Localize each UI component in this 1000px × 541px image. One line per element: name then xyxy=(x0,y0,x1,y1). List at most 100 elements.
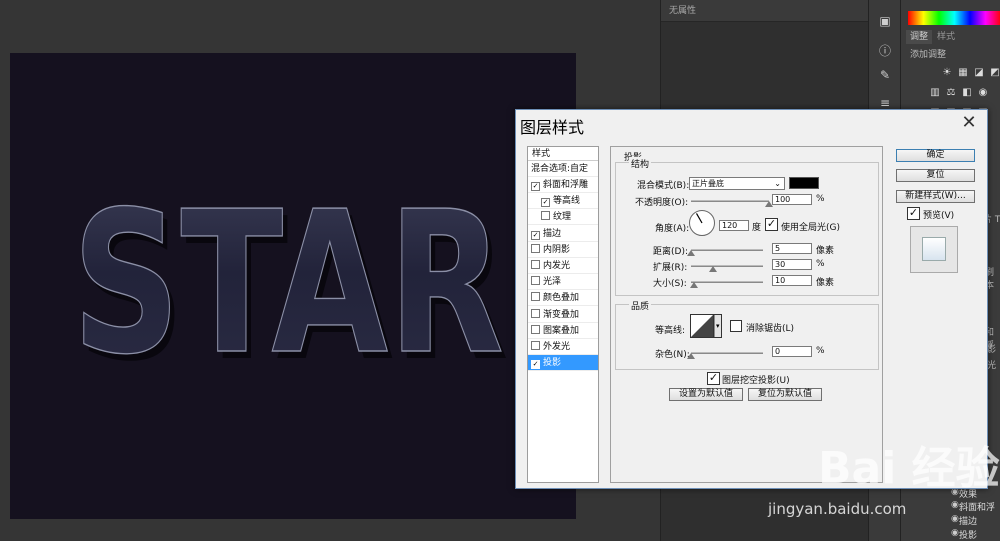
bw-icon[interactable]: ◧ xyxy=(961,87,973,98)
info-icon[interactable]: ⓘ xyxy=(876,42,894,60)
layer-stroke[interactable]: 描边 xyxy=(959,514,977,527)
style-item[interactable]: 颜色叠加 xyxy=(528,290,598,307)
antialias-label: 消除锯齿(L) xyxy=(746,324,795,334)
close-icon[interactable]: ✕ xyxy=(958,112,980,134)
distance-unit: 像素 xyxy=(816,246,835,256)
noise-slider-thumb[interactable] xyxy=(687,353,695,359)
spread-label: 扩展(R): xyxy=(653,263,688,273)
style-item-checkbox[interactable] xyxy=(531,243,540,253)
new-style-button[interactable]: 新建样式(W)... xyxy=(896,190,975,203)
blend-mode-select[interactable]: 正片叠底 ⌄ xyxy=(689,177,785,190)
ok-button[interactable]: 确定 xyxy=(896,149,975,162)
star-text: STAR xyxy=(72,170,504,398)
distance-input[interactable]: 5 xyxy=(772,243,812,254)
opacity-percent: % xyxy=(816,194,825,204)
global-light-checkbox[interactable]: ✓ xyxy=(765,218,778,231)
style-item-checkbox[interactable] xyxy=(531,341,540,350)
eye-icon[interactable]: ◉ xyxy=(951,500,959,510)
style-item-checkbox[interactable]: ✓ xyxy=(531,360,540,370)
preview-checkbox[interactable]: ✓ xyxy=(907,207,920,220)
svg-text:▾: ▾ xyxy=(716,322,720,330)
layer-bevel[interactable]: 斜面和浮 xyxy=(959,500,995,513)
noise-input[interactable]: 0 xyxy=(772,346,812,357)
eye-icon[interactable]: ◉ xyxy=(951,514,959,524)
reset-default-button[interactable]: 复位为默认值 xyxy=(748,388,822,401)
spread-input[interactable]: 30 xyxy=(772,259,812,270)
style-item-checkbox[interactable]: ✓ xyxy=(541,198,550,208)
style-item-label: 描边 xyxy=(543,228,562,239)
size-slider-thumb[interactable] xyxy=(689,282,698,288)
add-adjustment-label: 添加调整 xyxy=(910,50,947,60)
shadow-color-swatch[interactable] xyxy=(789,177,819,189)
balance-icon[interactable]: ⚖ xyxy=(945,87,957,98)
color-spectrum[interactable] xyxy=(908,11,1000,25)
photo-filter-icon[interactable]: ◉ xyxy=(977,87,989,98)
style-item[interactable]: ✓ 投影 xyxy=(528,355,598,372)
style-item[interactable]: 光泽 xyxy=(528,274,598,291)
style-item-checkbox[interactable] xyxy=(531,308,540,318)
distance-slider[interactable] xyxy=(691,249,763,251)
dialog-title: 图层样式 xyxy=(520,118,585,137)
eye-icon[interactable]: ◉ xyxy=(951,528,959,538)
style-item[interactable]: ✓ 等高线 xyxy=(528,193,598,210)
preview-label: 预览(V) xyxy=(923,211,955,221)
spread-slider-thumb[interactable] xyxy=(708,266,717,272)
size-input[interactable]: 10 xyxy=(772,275,812,286)
blend-mode-label: 混合模式(B): xyxy=(637,181,690,191)
angle-dial[interactable] xyxy=(688,209,716,237)
brush-icon[interactable]: ✎ xyxy=(876,66,894,84)
blend-options-item[interactable]: 混合选项:自定 xyxy=(528,161,598,177)
quality-title: 品质 xyxy=(629,299,652,312)
style-item[interactable]: 内发光 xyxy=(528,258,598,274)
layer-drop-shadow[interactable]: 投影 xyxy=(959,528,977,541)
style-item[interactable]: 内阴影 xyxy=(528,242,598,258)
style-item-checkbox[interactable] xyxy=(541,211,550,221)
reset-button[interactable]: 复位 xyxy=(896,169,975,182)
style-item[interactable]: 纹理 xyxy=(528,209,598,226)
style-item-label: 等高线 xyxy=(553,196,581,207)
style-item[interactable]: ✓ 描边 xyxy=(528,226,598,242)
angle-input[interactable]: 120 xyxy=(719,220,749,231)
angle-label: 角度(A): xyxy=(655,224,690,234)
noise-slider[interactable] xyxy=(691,352,763,354)
style-item[interactable]: 渐变叠加 xyxy=(528,307,598,323)
size-label: 大小(S): xyxy=(653,279,687,289)
style-item[interactable]: 图案叠加 xyxy=(528,323,598,339)
document-canvas[interactable]: STAR STAR xyxy=(10,53,576,519)
style-item-checkbox[interactable] xyxy=(531,292,540,302)
style-item-checkbox[interactable] xyxy=(531,324,540,334)
tab-styles[interactable]: 样式 xyxy=(933,30,959,44)
style-item-checkbox[interactable]: ✓ xyxy=(531,230,540,240)
distance-slider-thumb[interactable] xyxy=(687,250,695,256)
preview-swatch xyxy=(922,237,946,261)
opacity-slider[interactable] xyxy=(691,200,769,202)
spread-slider[interactable] xyxy=(691,265,763,267)
hue-icon[interactable]: ▥ xyxy=(929,87,941,98)
style-item-label: 渐变叠加 xyxy=(543,309,580,320)
curves-icon[interactable]: ◪ xyxy=(973,67,985,78)
contour-picker[interactable]: ▾ xyxy=(690,314,722,338)
noise-label: 杂色(N): xyxy=(655,350,690,360)
preview-thumbnail xyxy=(910,226,958,273)
knockout-checkbox[interactable]: ✓ xyxy=(707,372,720,385)
style-item-checkbox[interactable] xyxy=(531,260,540,269)
style-item-label: 斜面和浮雕 xyxy=(543,180,589,190)
global-light-label: 使用全局光(G) xyxy=(781,223,840,233)
exposure-icon[interactable]: ◩ xyxy=(989,67,1000,78)
style-item[interactable]: 外发光 xyxy=(528,339,598,355)
angle-unit: 度 xyxy=(752,223,762,233)
set-default-button[interactable]: 设置为默认值 xyxy=(669,388,743,401)
opacity-input[interactable]: 100 xyxy=(772,194,812,205)
style-item[interactable]: ✓ 斜面和浮雕 xyxy=(528,177,598,193)
size-slider[interactable] xyxy=(691,281,763,283)
tab-adjustments[interactable]: 调整 xyxy=(906,30,933,44)
antialias-checkbox[interactable] xyxy=(730,320,742,332)
quality-group xyxy=(615,304,879,370)
chevron-down-icon: ⌄ xyxy=(774,179,781,188)
style-item-checkbox[interactable]: ✓ xyxy=(531,182,540,191)
history-icon[interactable]: ▣ xyxy=(876,12,894,30)
style-item-checkbox[interactable] xyxy=(531,276,540,286)
brightness-icon[interactable]: ☀ xyxy=(941,67,953,78)
levels-icon[interactable]: ▦ xyxy=(957,67,969,78)
star-artwork: STAR STAR xyxy=(71,169,509,405)
